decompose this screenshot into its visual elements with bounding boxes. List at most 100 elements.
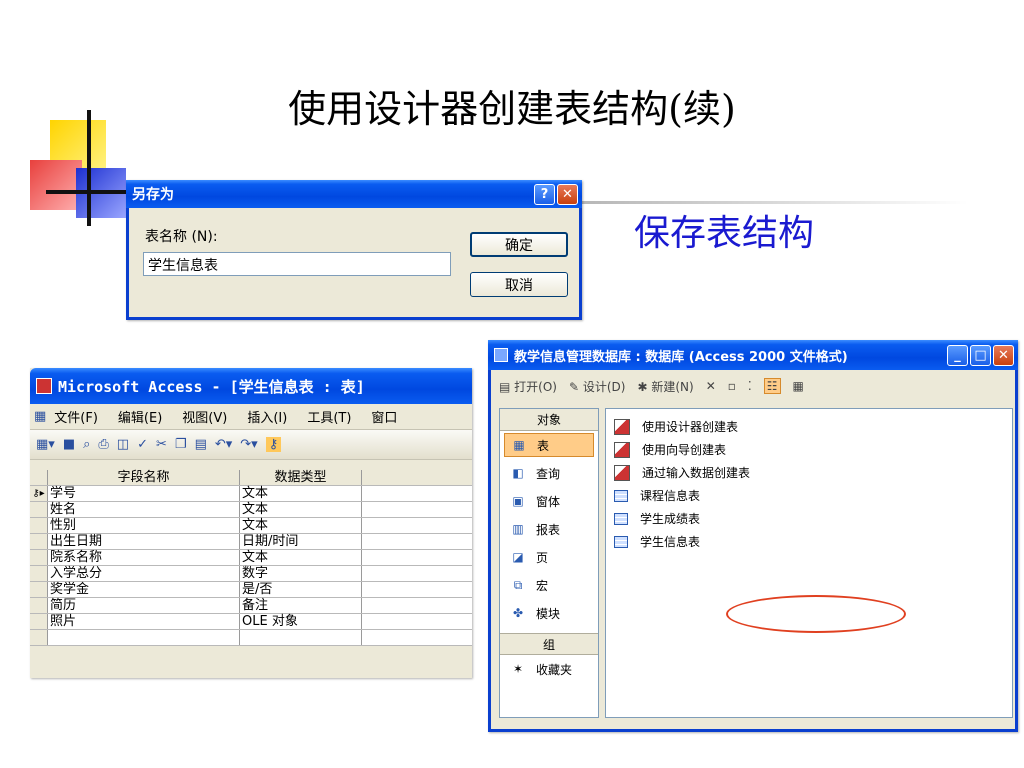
list-item[interactable]: 使用向导创建表: [606, 438, 1012, 461]
table-name-input[interactable]: 学生信息表: [143, 252, 451, 276]
table-window-titlebar[interactable]: Microsoft Access - [学生信息表 : 表]: [30, 368, 472, 404]
row-selector[interactable]: [30, 534, 48, 549]
table-row[interactable]: 照片 OLE 对象: [30, 614, 472, 630]
close-button[interactable]: ✕: [557, 183, 578, 205]
decor-line-horizontal: [46, 190, 136, 194]
new-button[interactable]: ✱ 新建(N): [637, 378, 693, 395]
menu-insert[interactable]: 插入(I): [247, 407, 287, 426]
save-as-title: 另存为: [132, 187, 174, 203]
list-item[interactable]: 使用设计器创建表: [606, 415, 1012, 438]
data-type-cell[interactable]: 备注: [240, 598, 362, 613]
data-type-cell[interactable]: 数字: [240, 566, 362, 581]
object-item[interactable]: ✤ 模块: [500, 599, 598, 627]
description-cell[interactable]: [362, 598, 472, 613]
table-row[interactable]: 性别 文本: [30, 518, 472, 534]
paste-icon[interactable]: ▤: [195, 437, 207, 452]
spell-icon[interactable]: ✓: [137, 437, 148, 452]
list-item[interactable]: 课程信息表: [606, 484, 1012, 507]
cut-icon[interactable]: ✂: [156, 437, 167, 452]
menu-view[interactable]: 视图(V): [182, 407, 227, 426]
description-cell[interactable]: [362, 582, 472, 597]
delete-icon[interactable]: ✕: [706, 379, 716, 393]
row-selector[interactable]: [30, 518, 48, 533]
field-name-cell[interactable]: 学号: [48, 486, 240, 501]
save-icon[interactable]: ■: [63, 437, 75, 452]
table-row[interactable]: 姓名 文本: [30, 502, 472, 518]
table-row[interactable]: 出生日期 日期/时间: [30, 534, 472, 550]
row-selector[interactable]: [30, 502, 48, 517]
db-window-titlebar[interactable]: 教学信息管理数据库 : 数据库 (Access 2000 文件格式) _ □ ✕: [488, 340, 1018, 370]
row-selector[interactable]: [30, 598, 48, 613]
data-type-cell[interactable]: OLE 对象: [240, 614, 362, 629]
data-type-cell[interactable]: 日期/时间: [240, 534, 362, 549]
details-view-icon[interactable]: ▦: [793, 379, 804, 393]
ok-button[interactable]: 确定: [470, 232, 568, 257]
menu-edit[interactable]: 编辑(E): [118, 407, 162, 426]
row-selector[interactable]: [30, 582, 48, 597]
object-item[interactable]: ▥ 报表: [500, 515, 598, 543]
description-cell[interactable]: [362, 566, 472, 581]
description-cell[interactable]: [362, 502, 472, 517]
field-name-cell[interactable]: 姓名: [48, 502, 240, 517]
field-name-cell[interactable]: 院系名称: [48, 550, 240, 565]
field-name-cell[interactable]: 照片: [48, 614, 240, 629]
save-as-titlebar[interactable]: 另存为 ? ✕: [126, 180, 582, 208]
preview-icon[interactable]: ◫: [117, 437, 129, 452]
data-type-cell[interactable]: 文本: [240, 486, 362, 501]
help-button[interactable]: ?: [534, 183, 555, 205]
list-view-icon[interactable]: ☷: [763, 378, 781, 394]
description-cell[interactable]: [362, 534, 472, 549]
maximize-button[interactable]: □: [970, 344, 991, 366]
undo-icon[interactable]: ↶▾: [215, 437, 232, 452]
large-icons-icon[interactable]: ▫: [728, 379, 736, 393]
field-name-cell[interactable]: 出生日期: [48, 534, 240, 549]
data-type-cell[interactable]: 是/否: [240, 582, 362, 597]
field-name-cell[interactable]: 简历: [48, 598, 240, 613]
description-cell[interactable]: [362, 614, 472, 629]
field-name-cell[interactable]: 奖学金: [48, 582, 240, 597]
table-row-empty[interactable]: [30, 630, 472, 646]
list-item[interactable]: 通过输入数据创建表: [606, 461, 1012, 484]
copy-icon[interactable]: ❐: [175, 437, 187, 452]
table-row[interactable]: ⚷▸ 学号 文本: [30, 486, 472, 502]
object-item[interactable]: ▦ 表: [504, 433, 594, 457]
object-item[interactable]: ◪ 页: [500, 543, 598, 571]
table-row[interactable]: 入学总分 数字: [30, 566, 472, 582]
object-item[interactable]: ⧉ 宏: [500, 571, 598, 599]
menu-file[interactable]: 文件(F): [54, 407, 98, 426]
object-item[interactable]: ◧ 查询: [500, 459, 598, 487]
data-type-cell[interactable]: 文本: [240, 502, 362, 517]
description-cell[interactable]: [362, 550, 472, 565]
list-item[interactable]: 学生成绩表: [606, 507, 1012, 530]
db-close-button[interactable]: ✕: [993, 344, 1014, 366]
data-type-cell[interactable]: 文本: [240, 550, 362, 565]
list-item-label: 学生信息表: [640, 535, 701, 549]
view-icon[interactable]: ▦▾: [36, 437, 55, 452]
row-selector[interactable]: [30, 550, 48, 565]
table-row[interactable]: 简历 备注: [30, 598, 472, 614]
print-icon[interactable]: ⎙: [98, 437, 108, 452]
redo-icon[interactable]: ↷▾: [240, 437, 257, 452]
row-selector[interactable]: [30, 614, 48, 629]
favorites-item[interactable]: ✶ 收藏夹: [500, 655, 598, 683]
row-selector[interactable]: [30, 566, 48, 581]
design-button[interactable]: ✎ 设计(D): [569, 378, 626, 395]
menu-tools[interactable]: 工具(T): [307, 407, 351, 426]
description-cell[interactable]: [362, 518, 472, 533]
minimize-button[interactable]: _: [947, 344, 968, 366]
search-icon[interactable]: ⌕: [83, 437, 90, 452]
field-name-cell[interactable]: 入学总分: [48, 566, 240, 581]
key-icon[interactable]: ⚷: [265, 437, 282, 452]
object-item[interactable]: ▣ 窗体: [500, 487, 598, 515]
menu-window[interactable]: 窗口: [371, 407, 397, 426]
table-row[interactable]: 院系名称 文本: [30, 550, 472, 566]
list-item[interactable]: 学生信息表: [606, 530, 1012, 553]
data-type-cell[interactable]: 文本: [240, 518, 362, 533]
cancel-button[interactable]: 取消: [470, 272, 568, 297]
description-cell[interactable]: [362, 486, 472, 501]
primary-key-icon[interactable]: ⚷▸: [30, 486, 48, 501]
open-button[interactable]: ▤ 打开(O): [499, 378, 557, 395]
field-name-cell[interactable]: 性别: [48, 518, 240, 533]
table-row[interactable]: 奖学金 是/否: [30, 582, 472, 598]
small-icons-icon[interactable]: ⁚: [748, 379, 752, 393]
